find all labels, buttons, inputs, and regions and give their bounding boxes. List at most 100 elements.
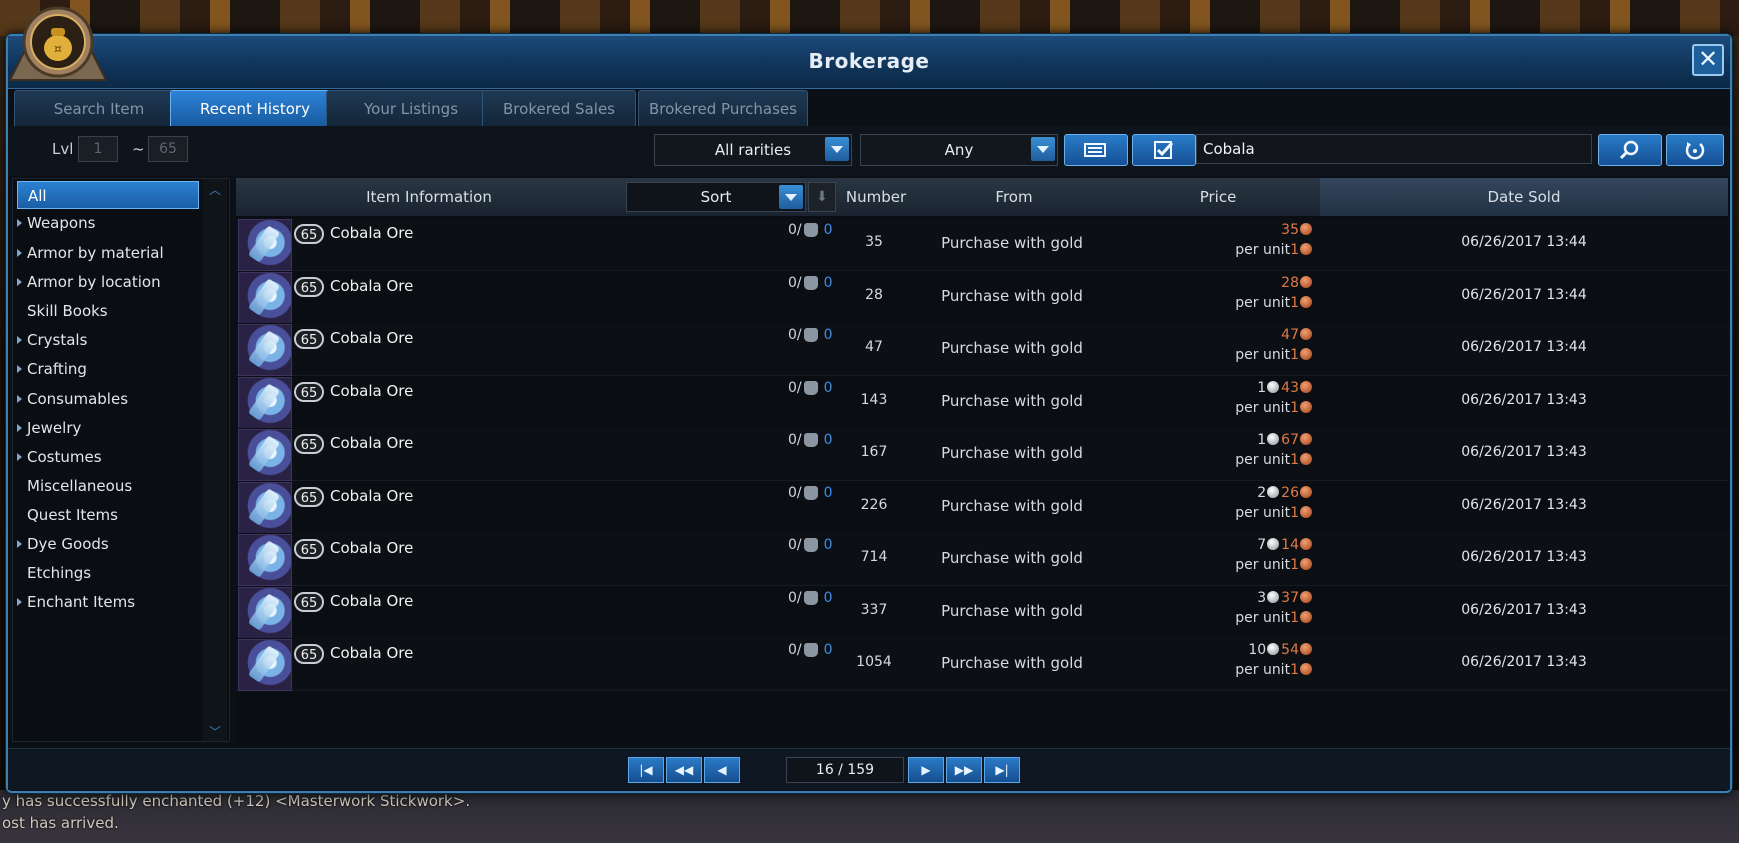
stock-info: 0/0	[788, 327, 833, 343]
quantity-cell: 143	[860, 391, 888, 408]
history-table: Item Information Sort ⬇ Number From Pric…	[236, 178, 1728, 744]
table-row[interactable]: 65 Cobala Ore 0/0 35 Purchase with gold 35 per…	[236, 218, 1728, 271]
cobala-ore-icon[interactable]	[238, 534, 292, 586]
storage-bag-icon	[803, 538, 818, 552]
price-cell: 1 43 per unit1	[1116, 380, 1312, 416]
cobala-ore-icon[interactable]	[238, 376, 292, 429]
sidebar-scrollbar[interactable]: ︿ ﹀	[203, 179, 227, 741]
category-costumes[interactable]: Costumes	[17, 443, 199, 471]
per-unit-label: per unit	[1235, 557, 1291, 573]
category-armor-by-material[interactable]: Armor by material	[17, 239, 199, 267]
cobala-ore-icon[interactable]	[238, 324, 292, 376]
table-row[interactable]: 65 Cobala Ore 0/0 143 Purchase with gold 1 43 p…	[236, 376, 1728, 429]
date-sold-cell: 06/26/2017 13:43	[1461, 549, 1587, 565]
category-armor-by-location[interactable]: Armor by location	[17, 268, 199, 296]
cobala-ore-icon[interactable]	[238, 481, 292, 534]
search-button[interactable]	[1598, 134, 1662, 166]
copper-coin-icon	[1300, 643, 1312, 655]
category-enchant-items[interactable]: Enchant Items	[17, 588, 199, 616]
tab-search-item[interactable]: Search Item	[14, 90, 184, 127]
category-dye-goods[interactable]: Dye Goods	[17, 530, 199, 558]
chevron-up-icon[interactable]: ︿	[207, 181, 223, 197]
sort-direction-icon[interactable]: ⬇	[808, 182, 836, 212]
reset-button[interactable]	[1666, 134, 1724, 166]
category-label: Armor by location	[27, 273, 161, 291]
category-consumables[interactable]: Consumables	[17, 385, 199, 413]
chevron-down-icon[interactable]: ﹀	[207, 723, 223, 739]
cobala-ore-icon[interactable]	[238, 271, 292, 324]
category-crafting[interactable]: Crafting	[17, 355, 199, 383]
first-page-icon[interactable]: |◀	[628, 757, 664, 783]
category-skill-books[interactable]: Skill Books	[17, 297, 199, 325]
cobala-ore-icon[interactable]	[238, 429, 292, 481]
table-row[interactable]: 65 Cobala Ore 0/0 167 Purchase with gold 1 67 p…	[236, 428, 1728, 481]
search-icon	[1619, 140, 1639, 160]
price-copper: 26	[1281, 484, 1299, 501]
table-row[interactable]: 65 Cobala Ore 0/0 226 Purchase with gold 2 26 p…	[236, 481, 1728, 534]
header-from[interactable]: From	[912, 178, 1117, 216]
table-row[interactable]: 65 Cobala Ore 0/0 28 Purchase with gold 28 per…	[236, 271, 1728, 324]
quantity-cell: 28	[865, 286, 883, 303]
header-date-sold[interactable]: Date Sold	[1320, 178, 1728, 216]
category-quest-items[interactable]: Quest Items	[17, 501, 199, 529]
category-etchings[interactable]: Etchings	[17, 559, 199, 587]
tab-your-listings[interactable]: Your Listings	[326, 90, 496, 127]
search-input[interactable]	[1196, 134, 1592, 164]
cobala-ore-icon[interactable]	[238, 219, 292, 271]
stock-count: 0	[823, 274, 833, 291]
stock-text: 0/	[788, 484, 802, 501]
chat-line: ost has arrived.	[2, 814, 119, 832]
category-crystals[interactable]: Crystals	[17, 326, 199, 354]
table-row[interactable]: 65 Cobala Ore 0/0 337 Purchase with gold 3 37 p…	[236, 586, 1728, 639]
category-all[interactable]: All	[17, 181, 199, 209]
category-label: Dye Goods	[27, 535, 109, 553]
price-copper: 37	[1281, 589, 1299, 606]
table-row[interactable]: 65 Cobala Ore 0/0 1054 Purchase with gold 10 5…	[236, 638, 1728, 691]
item-level-badge: 65	[294, 224, 324, 244]
rarity-dropdown[interactable]: All rarities	[654, 134, 852, 166]
copper-coin-icon	[1300, 453, 1312, 465]
tab-recent-history[interactable]: Recent History	[170, 90, 340, 127]
category-jewelry[interactable]: Jewelry	[17, 414, 199, 442]
table-row[interactable]: 65 Cobala Ore 0/0 714 Purchase with gold 7 14 p…	[236, 533, 1728, 586]
tab-brokered-purchases[interactable]: Brokered Purchases	[638, 90, 808, 127]
header-price[interactable]: Price	[1116, 178, 1321, 216]
category-label: Etchings	[27, 564, 92, 582]
per-unit-copper: 1	[1290, 609, 1299, 626]
tab-brokered-sales[interactable]: Brokered Sales	[482, 90, 636, 127]
expand-arrow-icon	[17, 453, 22, 461]
header-item-information[interactable]: Item Information	[236, 178, 623, 216]
sort-dropdown[interactable]: Sort	[626, 182, 806, 212]
table-row[interactable]: 65 Cobala Ore 0/0 47 Purchase with gold 47 per…	[236, 323, 1728, 376]
stock-info: 0/0	[788, 380, 833, 396]
date-sold-cell: 06/26/2017 13:43	[1461, 391, 1587, 408]
title-bar[interactable]: Brokerage ✕	[8, 36, 1730, 89]
price-silver: 2	[1257, 484, 1267, 501]
level-max-input[interactable]: 65	[148, 136, 188, 162]
last-page-icon[interactable]: ▶|	[984, 757, 1020, 783]
category-weapons[interactable]: Weapons	[17, 209, 199, 237]
item-name: Cobala Ore	[330, 644, 414, 662]
window-title: Brokerage	[808, 49, 930, 73]
checkbox-filter-button[interactable]	[1132, 134, 1196, 166]
view-mode-button[interactable]	[1064, 134, 1128, 166]
stock-text: 0/	[788, 642, 802, 658]
previous-page-icon[interactable]: ◀	[704, 757, 740, 783]
close-icon[interactable]: ✕	[1692, 44, 1724, 76]
per-unit-label: per unit	[1235, 242, 1291, 258]
next-page-icon[interactable]: ▶	[908, 757, 944, 783]
previous-ten-pages-icon[interactable]: ◀◀	[666, 757, 702, 783]
silver-coin-icon	[1267, 380, 1280, 393]
header-number[interactable]: Number	[840, 178, 913, 216]
category-miscellaneous[interactable]: Miscellaneous	[17, 472, 199, 500]
per-unit-label: per unit	[1235, 347, 1291, 363]
cobala-ore-icon[interactable]	[238, 586, 292, 639]
view-mode-icon	[1084, 143, 1106, 157]
cobala-ore-icon[interactable]	[238, 639, 292, 691]
next-ten-pages-icon[interactable]: ▶▶	[946, 757, 982, 783]
price-silver: 1	[1257, 432, 1267, 448]
type-dropdown[interactable]: Any	[860, 134, 1058, 166]
price-cell: 10 54 per unit1	[1116, 642, 1312, 678]
level-min-input[interactable]: 1	[78, 136, 118, 162]
price-cell: 47 per unit1	[1116, 327, 1312, 363]
